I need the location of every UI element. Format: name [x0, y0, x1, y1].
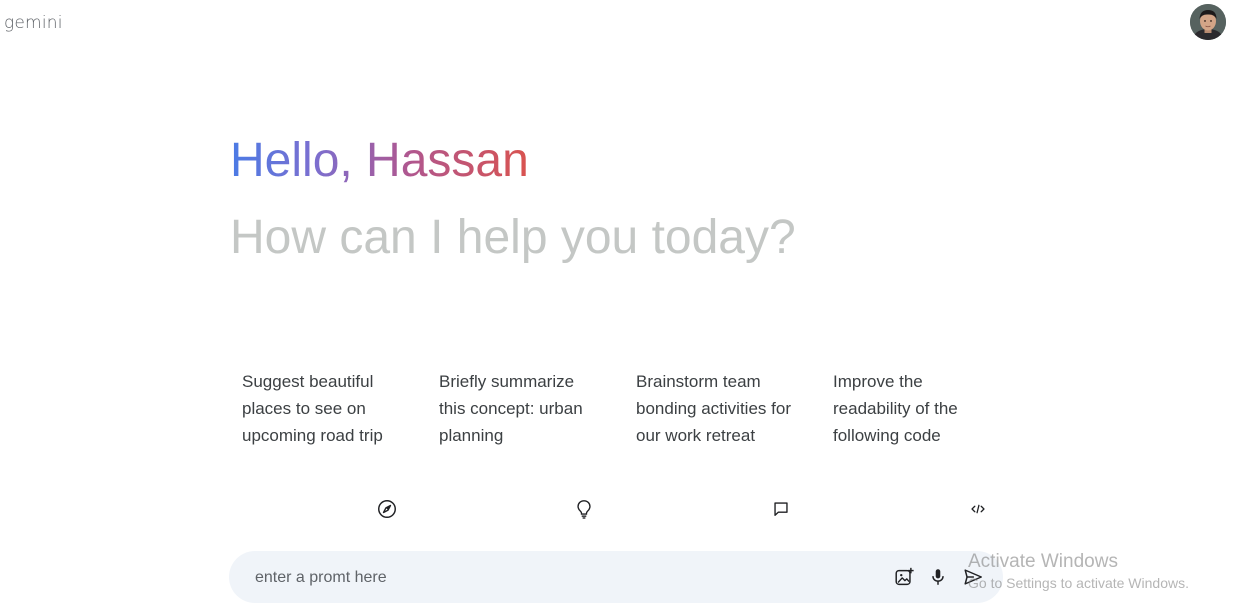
microphone-button[interactable]	[925, 564, 951, 590]
greeting-title: Hello, Hassan	[230, 132, 529, 190]
suggestion-card-urban-planning[interactable]: Briefly summarize this concept: urban pl…	[427, 360, 607, 530]
image-upload-icon	[895, 567, 914, 586]
suggestion-card-text: Improve the readability of the following…	[833, 372, 958, 445]
suggestion-cards: Suggest beautiful places to see on upcom…	[230, 360, 1020, 535]
prompt-bar	[229, 551, 1003, 603]
lightbulb-icon	[572, 497, 596, 521]
suggestion-card-team-bonding[interactable]: Brainstorm team bonding activities for o…	[624, 360, 804, 530]
user-avatar[interactable]	[1190, 4, 1226, 40]
compass-icon	[375, 497, 399, 521]
send-button[interactable]	[960, 564, 986, 590]
send-icon	[964, 569, 982, 585]
microphone-icon	[932, 569, 944, 585]
suggestion-card-text: Briefly summarize this concept: urban pl…	[439, 372, 583, 445]
image-upload-button[interactable]	[891, 564, 917, 590]
message-icon	[769, 497, 793, 521]
prompt-input[interactable]	[253, 564, 857, 592]
gemini-app: gemini Hello, Hassan How can I help you …	[0, 0, 1236, 612]
suggestion-card-road-trip[interactable]: Suggest beautiful places to see on upcom…	[230, 360, 410, 530]
suggestion-card-text: Suggest beautiful places to see on upcom…	[242, 372, 383, 445]
avatar-image-icon	[1190, 4, 1226, 40]
brand-name: gemini	[4, 13, 63, 33]
suggestion-card-code-readability[interactable]: Improve the readability of the following…	[821, 360, 1001, 530]
suggestion-card-text: Brainstorm team bonding activities for o…	[636, 372, 791, 445]
code-icon	[966, 497, 990, 521]
greeting-subtitle: How can I help you today?	[230, 211, 796, 264]
